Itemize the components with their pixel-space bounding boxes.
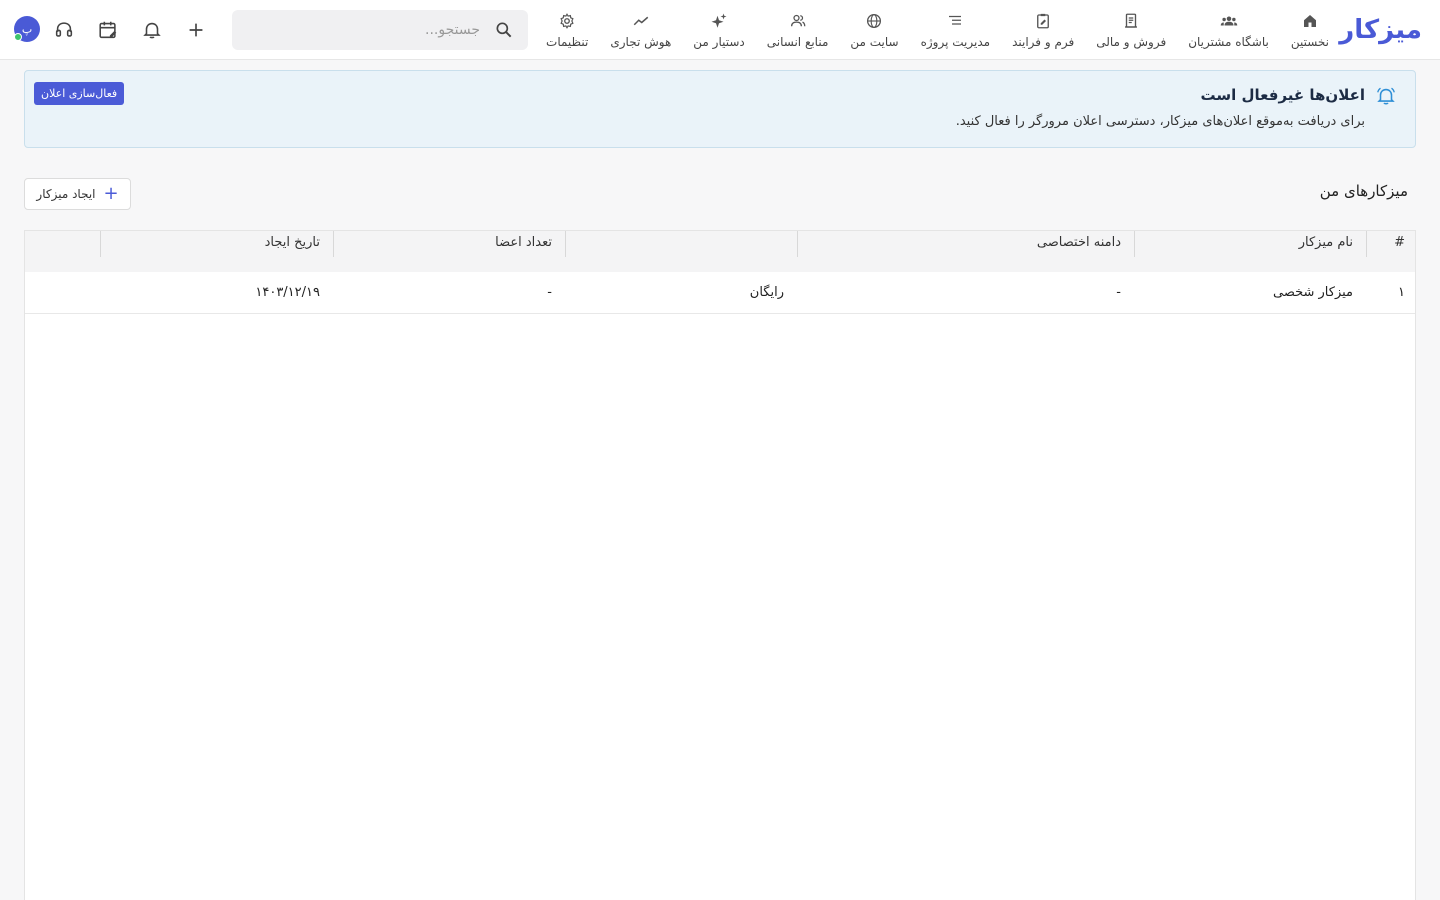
people-icon <box>790 14 805 26</box>
column-divider <box>1134 231 1135 257</box>
cell-created-date: ۱۴۰۳/۱۲/۱۹ <box>255 285 320 300</box>
column-header-members[interactable]: تعداد اعضا <box>495 231 552 272</box>
nav-label: نخستین <box>1290 34 1329 49</box>
nav-label: باشگاه مشتریان <box>1188 34 1269 49</box>
nav-item-forms[interactable]: فرم و فرایند <box>1001 0 1085 60</box>
column-header-domain[interactable]: دامنه اختصاصی <box>1037 231 1121 272</box>
trend-icon <box>633 16 649 25</box>
create-workspace-label: ایجاد میزکار <box>36 187 96 201</box>
form-icon <box>1037 13 1050 28</box>
support-button[interactable] <box>48 14 80 46</box>
main-nav: نخستین باشگاه مشتریان فروش و مالی فرم و … <box>535 0 1340 60</box>
nav-label: سایت من <box>850 34 899 49</box>
plus-icon <box>189 23 203 37</box>
bell-icon <box>143 22 161 39</box>
nav-item-home[interactable]: نخستین <box>1280 0 1340 60</box>
search-box <box>232 10 528 50</box>
alert-title: اعلان‌ها غیرفعال است <box>1200 86 1365 104</box>
notification-alert: اعلان‌ها غیرفعال است برای دریافت به‌موقع… <box>24 70 1416 148</box>
cell-index: ۱ <box>1398 285 1405 300</box>
nav-label: تنظیمات <box>546 34 589 49</box>
cell-name[interactable]: میزکار شخصی <box>1273 272 1353 314</box>
top-bar: میزکار نخستین باشگاه مشتریان فروش و مالی… <box>0 0 1440 60</box>
calendar-edit-icon <box>99 21 117 39</box>
bell-ring-icon <box>1377 87 1395 105</box>
calendar-button[interactable] <box>92 14 124 46</box>
plus-icon: + <box>103 183 119 204</box>
gear-icon <box>560 12 574 29</box>
page-title: میزکارهای من <box>1319 182 1408 200</box>
column-header-index[interactable]: # <box>1394 231 1405 272</box>
cell-members: - <box>547 285 552 300</box>
workspaces-table: # نام میزکار دامنه اختصاصی تعداد اعضا تا… <box>24 230 1416 900</box>
receipt-icon <box>1125 13 1138 28</box>
online-status-dot <box>14 33 22 41</box>
column-divider <box>100 231 101 257</box>
alert-text: برای دریافت به‌موقع اعلان‌های میزکار، دس… <box>955 114 1365 129</box>
globe-icon <box>867 13 882 28</box>
column-divider <box>1366 231 1367 257</box>
nav-item-business-intelligence[interactable]: هوش تجاری <box>599 0 682 60</box>
add-button[interactable] <box>180 14 212 46</box>
nav-label: مدیریت پروژه <box>920 34 991 49</box>
headset-icon <box>55 22 73 37</box>
search-input[interactable] <box>250 10 480 50</box>
nav-label: منابع انسانی <box>766 34 829 49</box>
nav-label: دستیار من <box>693 34 745 49</box>
nav-item-customer-club[interactable]: باشگاه مشتریان <box>1177 0 1280 60</box>
table-header: # نام میزکار دامنه اختصاصی تعداد اعضا تا… <box>25 231 1415 272</box>
search-icon[interactable] <box>494 20 514 40</box>
nav-item-human-resources[interactable]: منابع انسانی <box>756 0 840 60</box>
column-header-created-date[interactable]: تاریخ ایجاد <box>265 231 320 272</box>
nav-item-project-management[interactable]: مدیریت پروژه <box>910 0 1001 60</box>
list-icon <box>949 15 962 25</box>
column-divider <box>797 231 798 257</box>
nav-label: فرم و فرایند <box>1012 34 1075 49</box>
nav-label: هوش تجاری <box>610 34 672 49</box>
nav-item-sales-finance[interactable]: فروش و مالی <box>1085 0 1177 60</box>
sparkle-icon <box>711 13 727 28</box>
nav-item-my-assistant[interactable]: دستیار من <box>682 0 755 60</box>
create-workspace-button[interactable]: + ایجاد میزکار <box>24 178 131 210</box>
enable-notifications-button[interactable]: فعال‌سازی اعلان <box>34 82 125 105</box>
cell-plan: رایگان <box>749 285 784 300</box>
notifications-button[interactable] <box>136 14 168 46</box>
cell-domain: - <box>1116 285 1121 300</box>
table-row[interactable]: ۱ میزکار شخصی - رایگان - ۱۴۰۳/۱۲/۱۹ <box>25 272 1415 314</box>
users-group-icon <box>1220 16 1237 25</box>
nav-item-settings[interactable]: تنظیمات <box>535 0 599 60</box>
nav-label: فروش و مالی <box>1096 34 1167 49</box>
home-icon <box>1303 14 1316 27</box>
column-divider <box>333 231 334 257</box>
column-divider <box>565 231 566 257</box>
column-header-name[interactable]: نام میزکار <box>1299 231 1353 272</box>
nav-item-my-site[interactable]: سایت من <box>839 0 909 60</box>
brand-logo[interactable]: میزکار <box>1339 10 1423 50</box>
